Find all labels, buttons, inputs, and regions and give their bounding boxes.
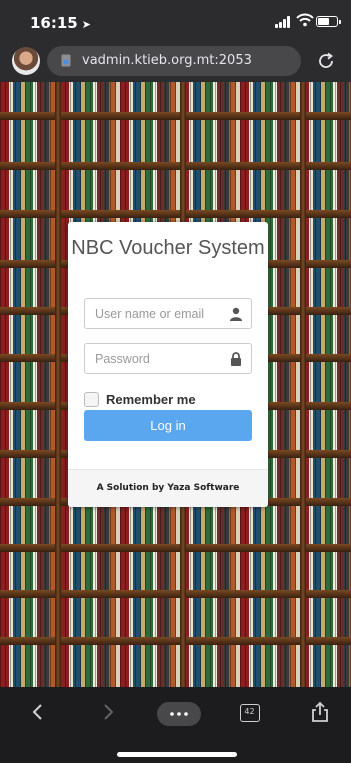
- wifi-icon: [296, 13, 314, 27]
- chevron-right-icon[interactable]: [100, 701, 116, 723]
- login-button[interactable]: Log in: [84, 410, 252, 441]
- cellular-signal-icon: [275, 16, 293, 28]
- browser-address-bar: vadmin.ktieb.org.mt:2053: [0, 42, 351, 82]
- remember-checkbox[interactable]: [84, 392, 99, 407]
- status-time: 16:15 ➤: [30, 14, 91, 32]
- time-text: 16:15: [30, 14, 78, 32]
- shelf-upright: [55, 82, 61, 687]
- card-footer: A Solution by Yaza Software: [68, 469, 268, 507]
- shelf-board: [0, 637, 351, 645]
- tabs-button[interactable]: 42: [240, 704, 260, 722]
- shelf-board: [0, 210, 351, 218]
- lock-icon: [231, 352, 241, 366]
- page-title: NBC Voucher System: [71, 237, 265, 259]
- login-card: NBC Voucher System Remember me Log in A …: [68, 222, 268, 507]
- password-input[interactable]: [85, 344, 225, 373]
- shelf-board: [0, 544, 351, 552]
- more-icon: [170, 712, 188, 716]
- username-field[interactable]: [84, 298, 252, 329]
- shelf-board: [0, 162, 351, 170]
- shelf-upright: [300, 82, 306, 687]
- reload-icon[interactable]: [316, 51, 336, 71]
- more-button[interactable]: [157, 702, 201, 726]
- page-icon: [61, 54, 71, 67]
- remember-label: Remember me: [106, 392, 196, 407]
- status-bar: 16:15 ➤: [0, 0, 351, 42]
- footer-text: A Solution by Yaza Software: [96, 483, 240, 493]
- battery-icon: [316, 16, 341, 27]
- password-field[interactable]: [84, 343, 252, 374]
- url-text: vadmin.ktieb.org.mt:2053: [82, 53, 252, 68]
- location-arrow-icon: ➤: [81, 18, 91, 31]
- shelf-board: [0, 112, 351, 120]
- share-icon[interactable]: [310, 701, 330, 723]
- home-indicator: [117, 752, 237, 757]
- profile-avatar[interactable]: [12, 47, 40, 75]
- url-field[interactable]: vadmin.ktieb.org.mt:2053: [47, 46, 301, 76]
- shelf-board: [0, 590, 351, 598]
- phone-screen: 16:15 ➤ vadmin.ktieb.org.mt:2053 NBC Vou…: [0, 0, 351, 763]
- chevron-left-icon[interactable]: [30, 701, 46, 723]
- tab-count: 42: [244, 707, 255, 716]
- user-icon: [230, 307, 242, 321]
- username-input[interactable]: [85, 299, 225, 328]
